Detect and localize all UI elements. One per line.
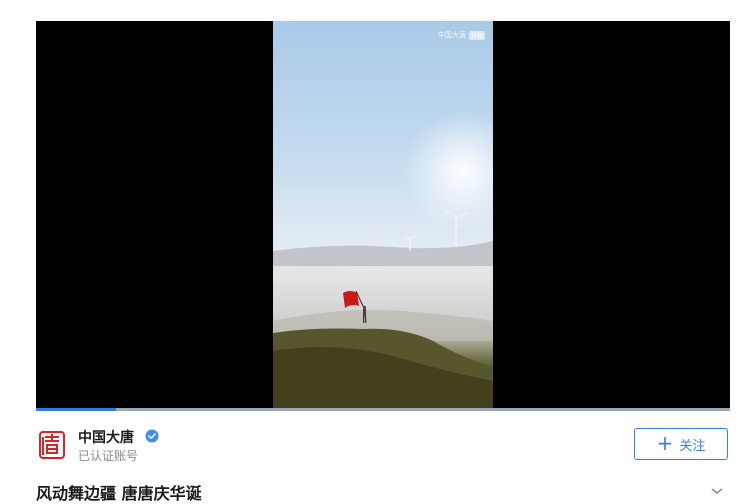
video-scene (273, 111, 493, 408)
video-progress-fill (36, 408, 116, 411)
chevron-down-icon[interactable] (710, 486, 724, 496)
verified-badge-icon (145, 429, 159, 443)
follow-label: 关注 (679, 438, 706, 454)
video-progress-bar[interactable] (36, 408, 730, 411)
video-watermark: 中国大唐 抖音 (438, 30, 485, 40)
watermark-text: 中国大唐 (437, 31, 466, 39)
plus-icon: + (656, 431, 674, 455)
watermark-tag: 抖音 (468, 30, 485, 40)
video-player[interactable]: 中国大唐 抖音 (36, 21, 730, 408)
account-logo-icon[interactable] (39, 431, 65, 459)
video-frame[interactable]: 中国大唐 抖音 (273, 21, 493, 408)
account-status: 已认证账号 (78, 449, 139, 463)
follow-button[interactable]: + 关注 (634, 428, 728, 460)
post-title: 风动舞边疆 唐唐庆华诞 (36, 484, 202, 503)
account-name[interactable]: 中国大唐 (78, 427, 134, 447)
